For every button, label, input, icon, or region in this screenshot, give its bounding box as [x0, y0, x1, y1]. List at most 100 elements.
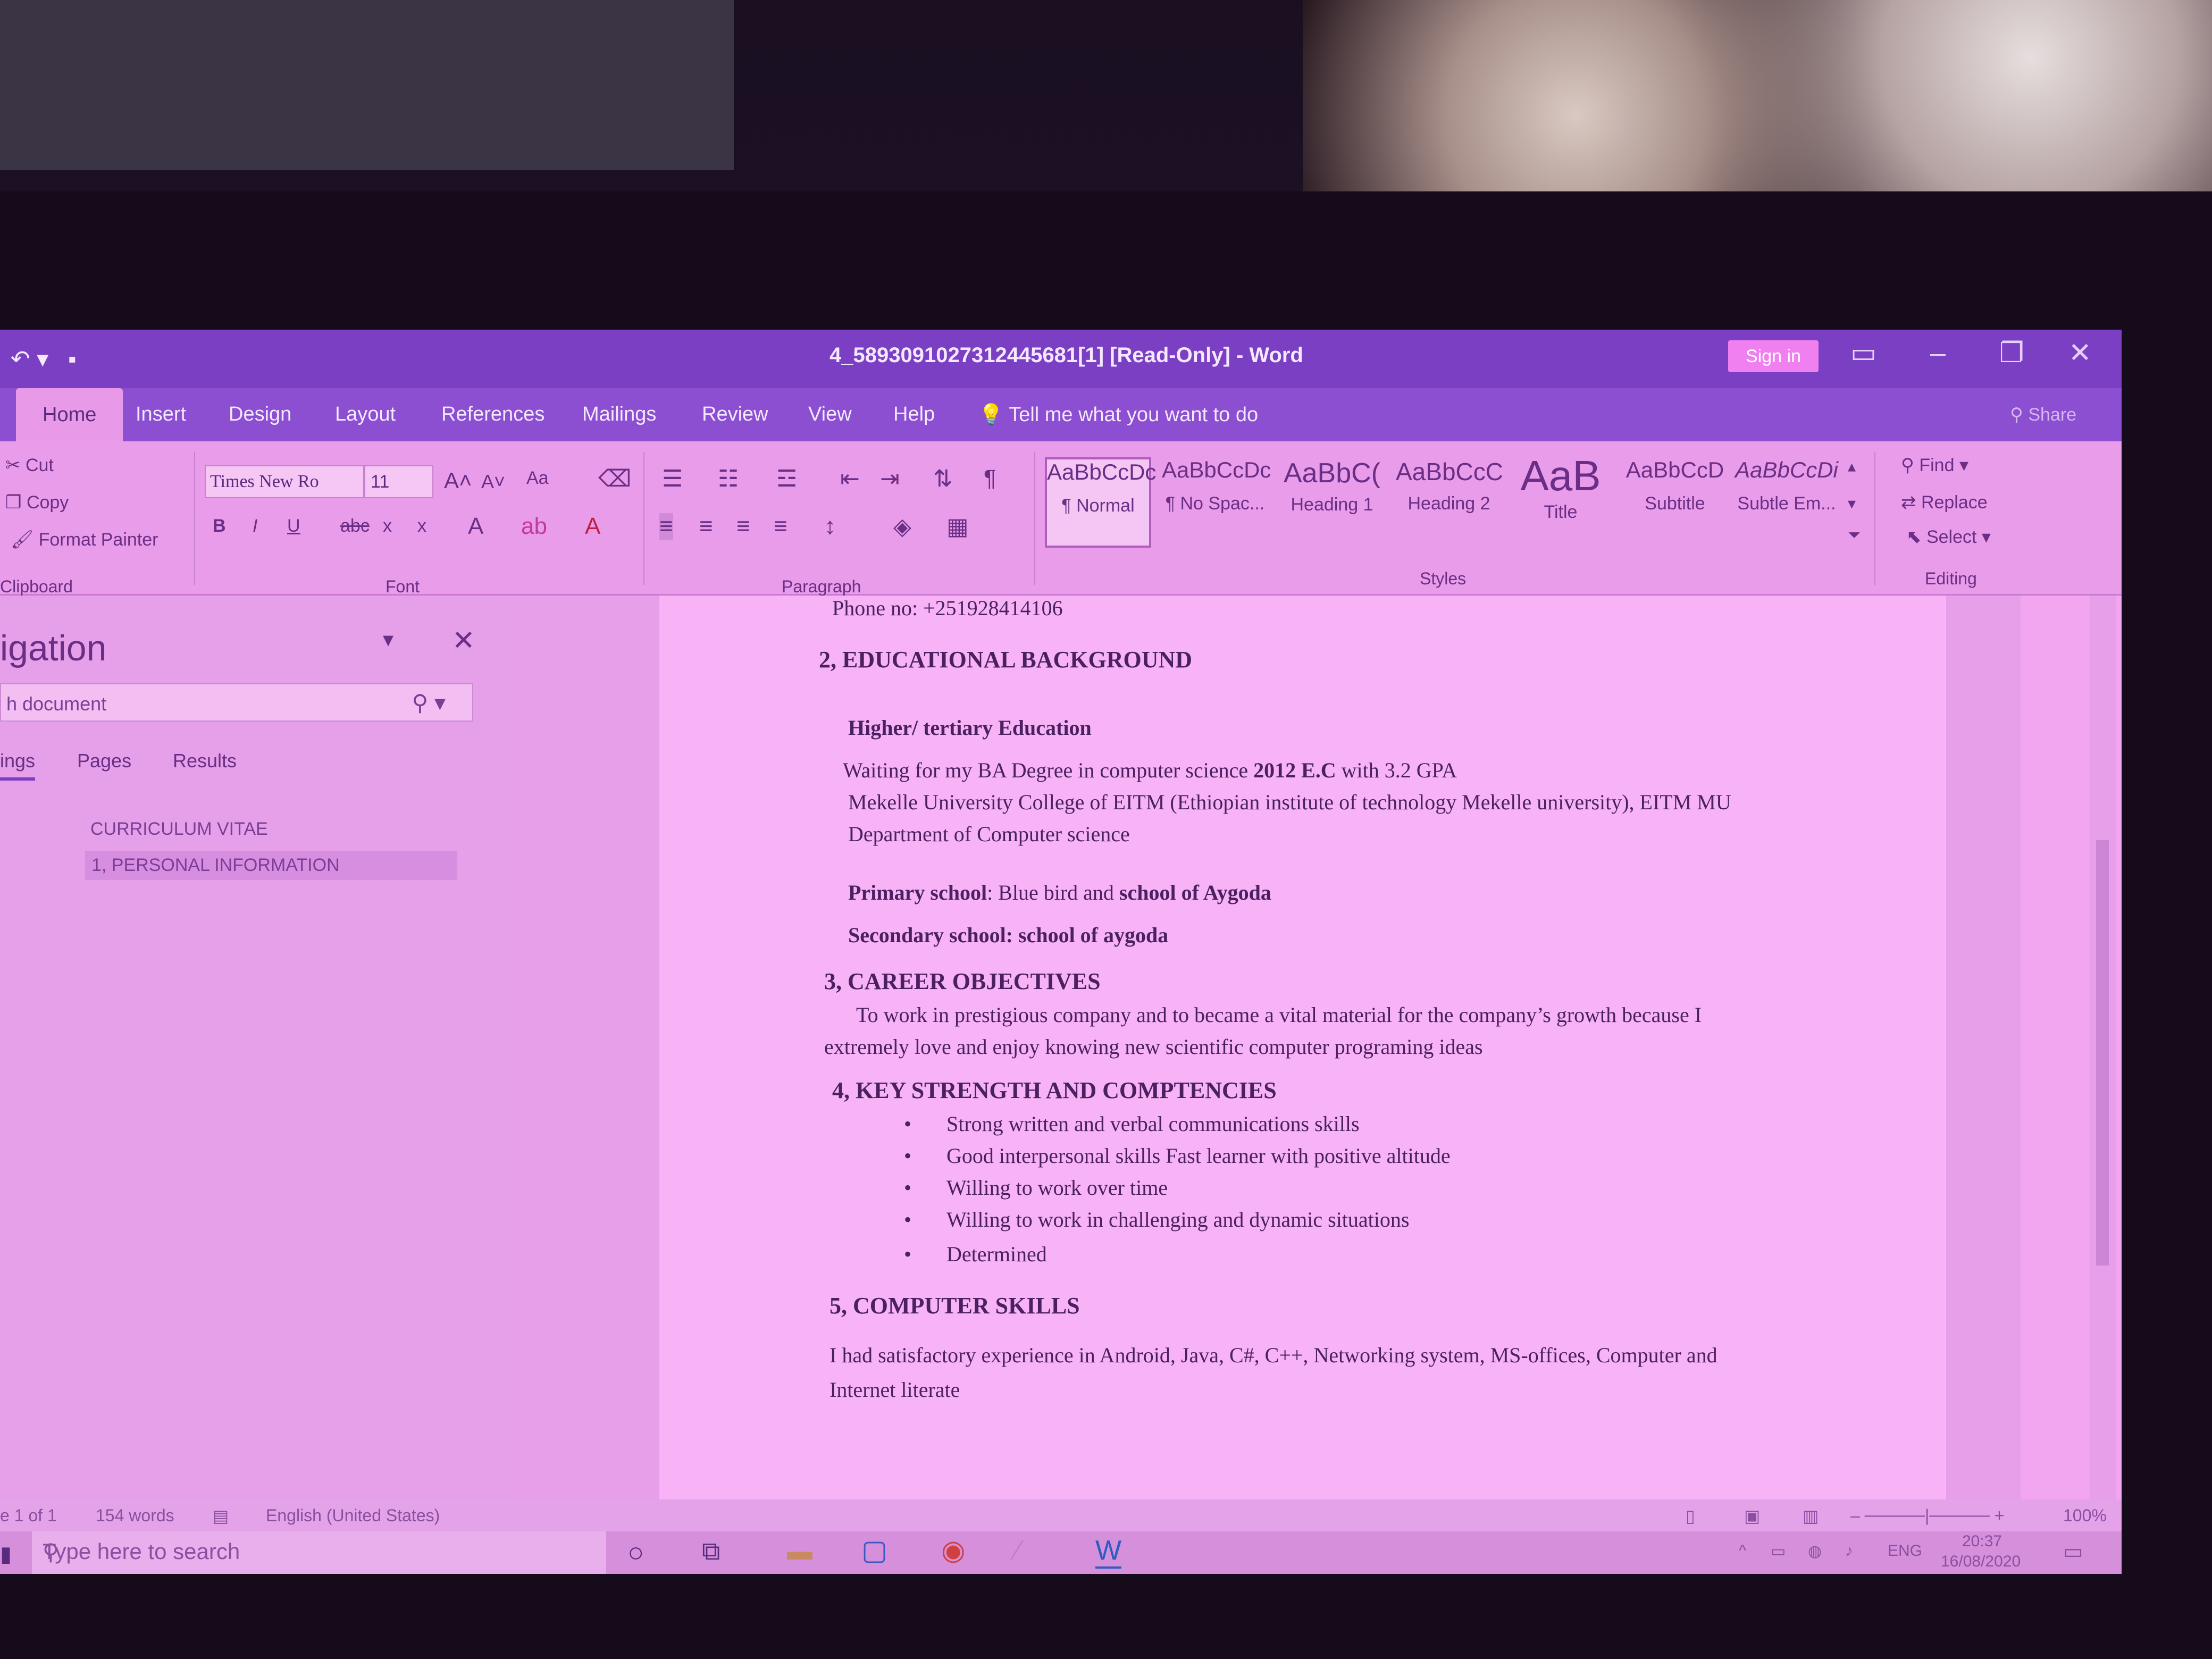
- sign-in-button[interactable]: Sign in: [1728, 340, 1819, 372]
- nav-heading-item[interactable]: 1, PERSONAL INFORMATION: [85, 851, 457, 880]
- replace-button[interactable]: ⇄ Replace: [1901, 492, 1988, 513]
- word-taskbar-icon[interactable]: W: [1095, 1535, 1122, 1569]
- tab-review[interactable]: Review: [702, 403, 768, 426]
- browser-icon[interactable]: ◉: [941, 1535, 965, 1566]
- battery-icon[interactable]: ▭: [1771, 1542, 1786, 1561]
- page-count[interactable]: e 1 of 1: [0, 1506, 57, 1526]
- tab-mailings[interactable]: Mailings: [582, 403, 656, 426]
- tab-references[interactable]: References: [441, 403, 544, 426]
- word-count[interactable]: 154 words: [96, 1506, 174, 1526]
- chevron-down-icon[interactable]: ▾: [383, 627, 393, 652]
- align-right-icon[interactable]: ≡: [736, 513, 750, 540]
- close-button[interactable]: ✕: [2068, 337, 2092, 369]
- select-button[interactable]: ⬉ Select ▾: [1906, 526, 1991, 548]
- store-icon[interactable]: ▢: [861, 1535, 887, 1566]
- tab-home[interactable]: Home: [16, 388, 123, 441]
- styles-more-icon[interactable]: ⏷: [1848, 526, 1861, 544]
- style-no-spacing[interactable]: AaBbCcDc ¶ No Spac...: [1162, 457, 1271, 548]
- bullets-icon[interactable]: ☰: [662, 465, 683, 492]
- italic-button[interactable]: I: [253, 516, 257, 537]
- document-page[interactable]: Phone no: +251928414106 2, EDUCATIONAL B…: [659, 596, 1946, 1499]
- cortana-icon[interactable]: ○: [627, 1537, 644, 1569]
- style-heading-1[interactable]: AaBbC( Heading 1: [1279, 457, 1385, 548]
- task-view-icon[interactable]: ⧉: [702, 1537, 720, 1566]
- tell-me-search[interactable]: 💡 Tell me what you want to do: [978, 403, 1258, 426]
- multilevel-list-icon[interactable]: ☲: [776, 465, 797, 492]
- superscript-button[interactable]: x: [417, 516, 426, 537]
- vertical-scrollbar[interactable]: [2090, 596, 2116, 1499]
- align-left-icon[interactable]: ≡: [659, 513, 673, 540]
- sort-icon[interactable]: ⇅: [933, 465, 953, 492]
- bold-button[interactable]: B: [213, 516, 226, 537]
- zoom-level[interactable]: 100%: [2063, 1506, 2107, 1526]
- clock-date[interactable]: 16/08/2020: [1941, 1553, 2021, 1571]
- tab-results[interactable]: Results: [173, 750, 237, 772]
- taskbar-search-input[interactable]: ⚲ Type here to search: [32, 1531, 606, 1574]
- tray-chevron-icon[interactable]: ^: [1739, 1542, 1746, 1560]
- font-size-select[interactable]: 11: [364, 465, 433, 498]
- increase-indent-icon[interactable]: ⇥: [880, 465, 900, 492]
- ribbon-display-icon[interactable]: ▭: [1850, 337, 1876, 369]
- style-heading-2[interactable]: AaBbCcC Heading 2: [1396, 457, 1503, 548]
- clock-time[interactable]: 20:37: [1962, 1532, 2002, 1551]
- grow-font-icon[interactable]: A˄: [444, 468, 472, 493]
- style-subtle-emphasis[interactable]: AaBbCcDi Subtle Em...: [1733, 457, 1840, 548]
- change-case-button[interactable]: Aa: [526, 468, 549, 489]
- language-indicator[interactable]: English (United States): [266, 1506, 440, 1526]
- windows-start-icon[interactable]: ▮: [0, 1542, 12, 1566]
- search-icon[interactable]: ⚲ ▾: [412, 690, 446, 716]
- font-family-select[interactable]: Times New Ro: [205, 465, 364, 498]
- web-layout-icon[interactable]: ▥: [1803, 1506, 1819, 1526]
- shrink-font-icon[interactable]: A˅: [481, 471, 505, 493]
- strikethrough-button[interactable]: abc: [340, 516, 370, 537]
- notifications-icon[interactable]: ▭: [2063, 1539, 2083, 1564]
- cut-button[interactable]: ✂ Cut: [5, 455, 54, 476]
- line-spacing-icon[interactable]: ↕: [824, 513, 836, 540]
- scrollbar-thumb[interactable]: [2096, 840, 2109, 1266]
- decrease-indent-icon[interactable]: ⇤: [840, 465, 860, 492]
- language-indicator[interactable]: ENG: [1888, 1542, 1922, 1560]
- pilcrow-icon[interactable]: ¶: [984, 465, 996, 492]
- underline-button[interactable]: U: [287, 516, 300, 537]
- minimize-button[interactable]: –: [1930, 337, 1946, 369]
- text-effects-icon[interactable]: A: [468, 513, 483, 540]
- align-center-icon[interactable]: ≡: [699, 513, 713, 540]
- shading-icon[interactable]: ◈: [893, 513, 911, 540]
- subscript-button[interactable]: x: [383, 516, 392, 537]
- copy-button[interactable]: ❐ Copy: [5, 492, 69, 513]
- proofing-icon[interactable]: ▤: [213, 1506, 229, 1526]
- highlight-icon[interactable]: ab: [521, 513, 547, 540]
- undo-icon[interactable]: ↶ ▾ ▪: [11, 346, 76, 373]
- nav-heading-item[interactable]: CURRICULUM VITAE: [90, 819, 268, 840]
- tab-view[interactable]: View: [808, 403, 852, 426]
- file-explorer-icon[interactable]: ▬: [787, 1537, 812, 1566]
- font-color-icon[interactable]: A: [585, 513, 600, 540]
- read-mode-icon[interactable]: ▯: [1686, 1506, 1695, 1526]
- share-button[interactable]: ⚲ Share: [2010, 404, 2076, 425]
- app-icon[interactable]: ⁄: [1016, 1535, 1020, 1566]
- style-normal[interactable]: AaBbCcDc ¶ Normal: [1045, 457, 1156, 548]
- tab-pages[interactable]: Pages: [77, 750, 131, 772]
- styles-scroll-down-icon[interactable]: ▾: [1848, 495, 1856, 513]
- volume-icon[interactable]: ♪: [1845, 1542, 1853, 1560]
- tab-insert[interactable]: Insert: [136, 403, 186, 426]
- zoom-slider[interactable]: – ─────|───── +: [1850, 1506, 2004, 1526]
- restore-button[interactable]: ❐: [1999, 337, 2024, 369]
- tab-headings[interactable]: ings: [0, 750, 36, 781]
- numbering-icon[interactable]: ☷: [718, 465, 739, 492]
- network-icon[interactable]: ◍: [1808, 1542, 1822, 1561]
- print-layout-icon[interactable]: ▣: [1744, 1506, 1760, 1526]
- styles-scroll-up-icon[interactable]: ▴: [1848, 457, 1856, 476]
- tab-design[interactable]: Design: [229, 403, 291, 426]
- close-icon[interactable]: ✕: [452, 625, 475, 657]
- tab-layout[interactable]: Layout: [335, 403, 396, 426]
- style-subtitle[interactable]: AaBbCcD Subtitle: [1622, 457, 1728, 548]
- format-painter-button[interactable]: 🖌 Format Painter: [11, 529, 158, 550]
- style-title[interactable]: AaB Title: [1513, 455, 1608, 548]
- find-button[interactable]: ⚲ Find ▾: [1901, 455, 1968, 476]
- tab-help[interactable]: Help: [893, 403, 935, 426]
- navigation-search-input[interactable]: h document ⚲ ▾: [0, 683, 473, 722]
- justify-icon[interactable]: ≡: [774, 513, 787, 540]
- clear-formatting-icon[interactable]: ⌫: [598, 465, 631, 492]
- borders-icon[interactable]: ▦: [946, 513, 969, 540]
